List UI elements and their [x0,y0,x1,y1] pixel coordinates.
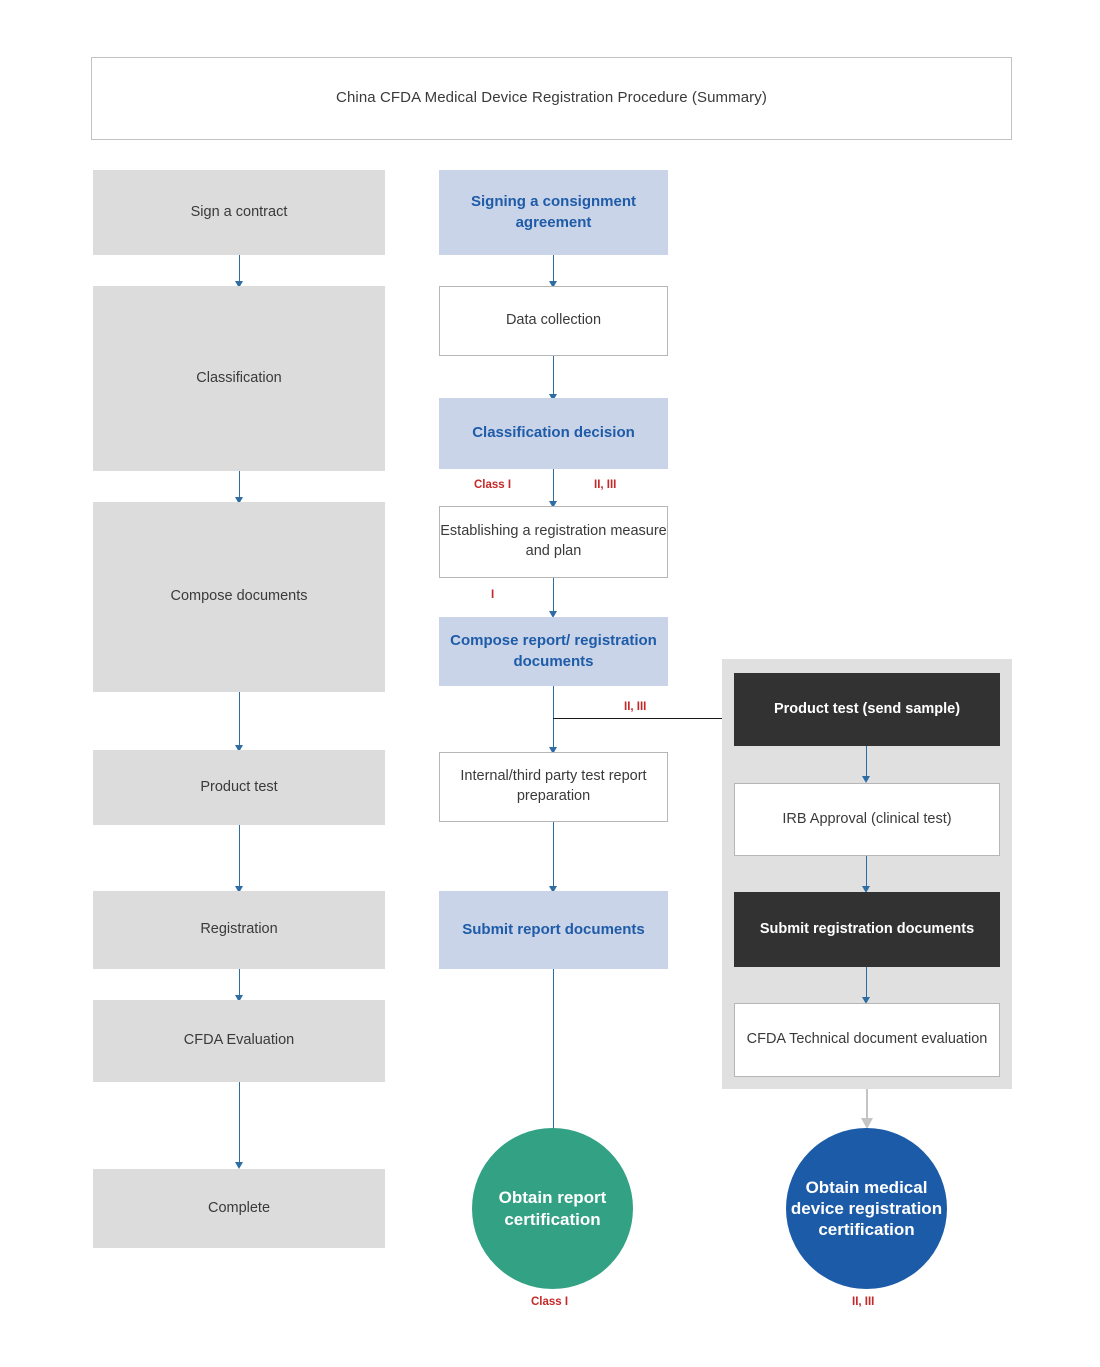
connector-line [239,692,240,747]
overview-step-compose-documents[interactable]: Compose documents [93,502,385,692]
overview-step-sign-a-contract[interactable]: Sign a contract [93,170,385,255]
procedure-step-label: Compose report/ registration documents [450,632,657,670]
procedure-step-classification-decision[interactable]: Classification decision [439,398,668,469]
outcome-label: Obtain report certification [498,1188,607,1229]
connector-line [239,825,240,888]
overview-step-label: CFDA Evaluation [183,1032,295,1049]
procedure-step-compose-report-registration-documents[interactable]: Compose report/ registration documents [439,617,668,686]
outcome-obtain-report-certification[interactable]: Obtain report certification [472,1128,633,1289]
procedure-step-label: Classification decision [472,424,635,442]
overview-step-label: Classification [196,369,282,386]
overview-step-registration[interactable]: Registration [93,891,385,969]
page-title: China CFDA Medical Device Registration P… [91,57,1012,140]
connector-arrowhead [235,1162,243,1169]
branch-label-class-i: Class I [474,479,512,491]
procedure-step-submit-report-documents[interactable]: Submit report documents [439,891,668,969]
track-step-label: CFDA Technical document evaluation [746,1031,988,1048]
procedure-step-label: Establishing a registration measure and … [440,523,667,559]
connector-line [866,746,867,778]
overview-step-label: Registration [200,921,278,938]
track-step-submit-registration-documents[interactable]: Submit registration documents [734,892,1000,967]
track-step-irb-approval[interactable]: IRB Approval (clinical test) [734,783,1000,856]
procedure-step-label: Data collection [505,312,602,329]
branch-label-compose-ii-iii: II, III [624,701,647,713]
track-step-product-test-send-sample[interactable]: Product test (send sample) [734,673,1000,746]
connector-line-gray [866,1089,868,1121]
track-step-label: Product test (send sample) [773,700,961,717]
connector-line [553,578,554,613]
connector-line [553,822,554,888]
track-step-label: IRB Approval (clinical test) [782,810,952,827]
procedure-step-label: Internal/third party test report prepara… [460,768,647,804]
branch-connector-to-class-ii-iii [553,718,731,719]
track-step-label: Submit registration documents [759,920,975,937]
procedure-step-label: Submit report documents [462,920,645,938]
connector-line [553,469,554,503]
overview-step-product-test[interactable]: Product test [93,750,385,825]
overview-step-cfda-evaluation[interactable]: CFDA Evaluation [93,1000,385,1082]
overview-step-label: Product test [200,778,278,795]
connector-line [553,255,554,283]
connector-line [239,1082,240,1164]
outcome-obtain-medical-device-registration-certification[interactable]: Obtain medical device registration certi… [786,1128,947,1289]
flowchart-canvas: China CFDA Medical Device Registration P… [0,0,1100,1367]
procedure-step-signing-consignment-agreement[interactable]: Signing a consignment agreement [439,170,668,255]
connector-arrowhead [862,776,870,783]
procedure-step-data-collection[interactable]: Data collection [439,286,668,356]
connector-line [239,969,240,997]
page-title-text: China CFDA Medical Device Registration P… [336,89,767,107]
connector-line [866,967,867,999]
connector-line [866,856,867,888]
overview-step-label: Complete [207,1199,271,1216]
connector-line [553,969,554,1147]
track-step-cfda-technical-document-evaluation[interactable]: CFDA Technical document evaluation [734,1003,1000,1077]
procedure-step-establishing-registration-measure-plan[interactable]: Establishing a registration measure and … [439,506,668,578]
procedure-step-internal-third-party-test-report[interactable]: Internal/third party test report prepara… [439,752,668,822]
outcome-caption-class-i: Class I [531,1296,569,1308]
overview-step-complete[interactable]: Complete [93,1169,385,1248]
overview-step-classification[interactable]: Classification [93,286,385,471]
connector-line [553,356,554,396]
connector-line [239,255,240,283]
overview-step-label: Compose documents [170,588,308,605]
branch-label-class-i-secondary: I [491,589,495,601]
outcome-caption-class-ii-iii: II, III [852,1296,875,1308]
outcome-label: Obtain medical device registration certi… [790,1177,943,1240]
overview-step-label: Sign a contract [190,203,288,220]
branch-label-class-ii-iii: II, III [594,479,617,491]
procedure-step-label: Signing a consignment agreement [470,193,636,231]
connector-line [239,471,240,499]
